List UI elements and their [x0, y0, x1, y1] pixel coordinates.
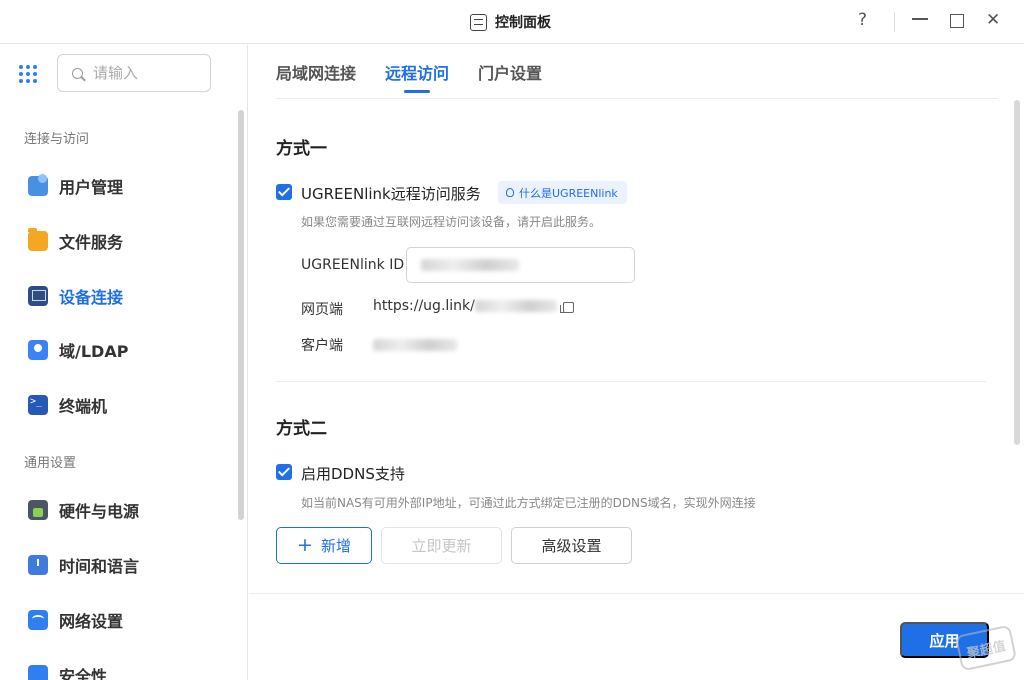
ugreenlink-id-label: UGREENlink ID	[301, 257, 405, 273]
window-title: 控制面板	[495, 15, 551, 31]
redacted-client	[373, 339, 457, 351]
sidebar-item-network[interactable]: 网络设置	[28, 606, 123, 634]
sidebar-item-time-language[interactable]: 时间和语言	[28, 551, 139, 579]
sidebar: 连接与访问 用户管理 文件服务 设备连接 域/LDAP 终端机 通用设置 硬件与…	[0, 45, 248, 680]
title-bar: 控制面板 ? ✕	[0, 0, 1024, 44]
what-is-ugreenlink-link[interactable]: 什么是UGREENlink	[498, 181, 627, 204]
ddns-description: 如当前NAS有可用外部IP地址，可通过此方式绑定已注册的DDNS域名，实现外网连…	[301, 496, 756, 510]
client-label: 客户端	[301, 338, 343, 354]
web-label: 网页端	[301, 302, 343, 318]
sidebar-item-file-service[interactable]: 文件服务	[28, 227, 123, 255]
tab-portal-settings[interactable]: 门户设置	[478, 60, 542, 94]
search-input[interactable]	[93, 64, 193, 82]
tab-bar: 局域网连接 远程访问 门户设置	[276, 60, 571, 94]
search-icon	[72, 67, 83, 79]
sidebar-item-label: 安全性	[59, 667, 108, 680]
users-icon	[28, 174, 48, 196]
sidebar-item-label: 设备连接	[59, 288, 124, 307]
tab-divider	[276, 98, 998, 99]
advanced-settings-button[interactable]: 高级设置	[511, 527, 632, 564]
footer-divider	[249, 593, 1024, 594]
lightbulb-icon	[506, 188, 514, 197]
copy-icon[interactable]	[560, 302, 574, 313]
power-icon	[28, 500, 48, 520]
sidebar-item-security[interactable]: 安全性	[28, 661, 107, 680]
title-divider	[894, 12, 895, 32]
sidebar-item-label: 用户管理	[59, 178, 124, 197]
sidebar-item-ldap[interactable]: 域/LDAP	[28, 336, 128, 364]
add-button-label: 新增	[320, 537, 351, 555]
web-url-text: https://ug.link/	[373, 298, 475, 314]
redacted-id	[421, 259, 519, 271]
close-button[interactable]: ✕	[986, 10, 1000, 30]
network-icon	[28, 610, 48, 630]
ugreenlink-checkbox-label[interactable]: UGREENlink远程访问服务	[301, 183, 481, 204]
sidebar-item-label: 时间和语言	[59, 557, 140, 576]
update-now-button[interactable]: 立即更新	[381, 527, 502, 564]
ugreenlink-id-field[interactable]	[406, 247, 635, 283]
sidebar-item-users[interactable]: 用户管理	[28, 172, 123, 200]
apps-grid-icon[interactable]	[19, 65, 37, 83]
method1-title: 方式一	[276, 139, 327, 159]
sidebar-item-label: 硬件与电源	[59, 502, 140, 521]
sidebar-item-hardware-power[interactable]: 硬件与电源	[28, 496, 139, 524]
ddns-checkbox-label[interactable]: 启用DDNS支持	[301, 463, 405, 484]
web-url[interactable]: https://ug.link/	[373, 298, 557, 314]
sidebar-scrollbar[interactable]	[238, 110, 244, 520]
device-icon	[28, 286, 48, 306]
ugreenlink-checkbox[interactable]	[276, 184, 292, 200]
minimize-button[interactable]	[912, 18, 928, 20]
folder-icon	[28, 228, 48, 251]
control-panel-icon	[470, 13, 487, 31]
sidebar-item-label: 域/LDAP	[59, 342, 129, 361]
group-label-connect: 连接与访问	[24, 132, 90, 147]
redacted-url	[474, 300, 557, 312]
hint-text: 什么是UGREENlink	[519, 186, 618, 200]
group-label-general: 通用设置	[24, 456, 77, 471]
section-divider	[276, 381, 986, 382]
search-box[interactable]	[57, 54, 211, 92]
plus-icon: +	[297, 534, 313, 556]
ldap-icon	[28, 340, 48, 360]
help-button[interactable]: ?	[858, 10, 867, 30]
tab-remote-access[interactable]: 远程访问	[385, 60, 449, 94]
sidebar-item-label: 终端机	[59, 397, 108, 416]
terminal-icon	[28, 395, 48, 415]
sidebar-item-label: 网络设置	[59, 612, 124, 631]
add-button[interactable]: + 新增	[276, 527, 372, 564]
method2-title: 方式二	[276, 419, 327, 439]
sidebar-item-device-connection[interactable]: 设备连接	[28, 282, 123, 310]
window-title-group: 控制面板	[470, 12, 551, 32]
shield-icon	[28, 665, 48, 680]
ugreenlink-description: 如果您需要通过互联网远程访问该设备，请开启此服务。	[301, 215, 602, 229]
ddns-checkbox[interactable]	[276, 464, 292, 480]
clock-icon	[28, 555, 48, 575]
sidebar-item-terminal[interactable]: 终端机	[28, 391, 107, 419]
main-scrollbar[interactable]	[1014, 100, 1020, 445]
sidebar-item-label: 文件服务	[59, 233, 124, 252]
maximize-button[interactable]	[950, 14, 964, 28]
tab-lan-connection[interactable]: 局域网连接	[276, 60, 356, 94]
